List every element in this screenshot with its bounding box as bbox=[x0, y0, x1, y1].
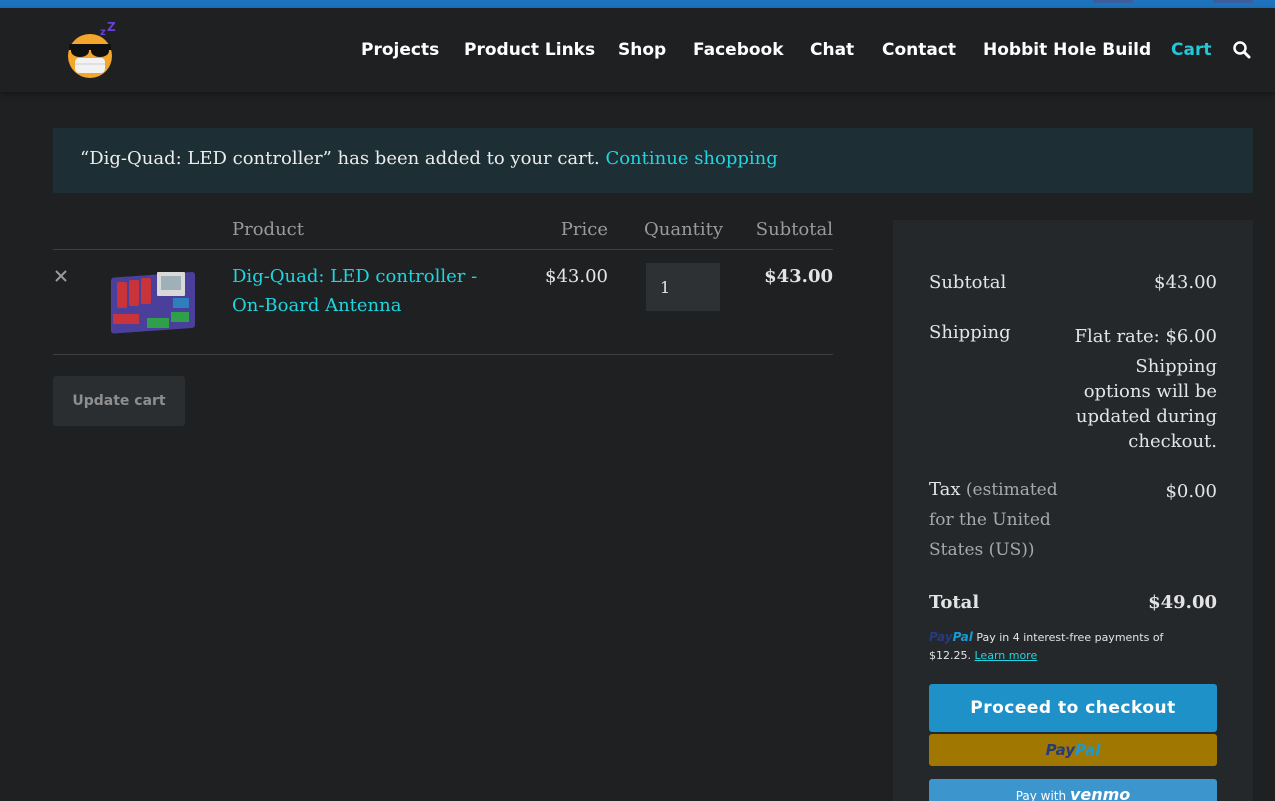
nav-chat[interactable]: Chat bbox=[810, 40, 854, 60]
added-to-cart-notice: “Dig-Quad: LED controller” has been adde… bbox=[53, 128, 1253, 193]
paypal-logo-text-a: Pay bbox=[929, 630, 953, 644]
total-value: $49.00 bbox=[1148, 592, 1217, 613]
nav-facebook[interactable]: Facebook bbox=[693, 40, 784, 60]
venmo-prefix: Pay with bbox=[1015, 788, 1067, 801]
remove-item-icon[interactable] bbox=[53, 268, 69, 284]
item-price: $43.00 bbox=[545, 266, 608, 287]
product-thumbnail[interactable] bbox=[107, 268, 197, 338]
divider bbox=[53, 249, 833, 250]
cart-totals-panel: Subtotal $43.00 Shipping Flat rate: $6.0… bbox=[893, 220, 1253, 801]
venmo-button[interactable]: Pay with venmo bbox=[929, 779, 1217, 801]
social-icon-placeholder[interactable] bbox=[1093, 0, 1133, 3]
tax-label: Tax bbox=[929, 479, 961, 500]
header-price: Price bbox=[560, 219, 608, 240]
header-subtotal: Subtotal bbox=[755, 219, 833, 240]
nav-contact[interactable]: Contact bbox=[882, 40, 956, 60]
site-header: z Z Projects Product Links Shop Facebook… bbox=[0, 8, 1275, 92]
shipping-label: Shipping bbox=[929, 322, 1011, 343]
paypal-label-b: Pal bbox=[1075, 741, 1101, 759]
main-navigation: Projects Product Links Shop Facebook Cha… bbox=[0, 8, 1275, 92]
social-icon-placeholder[interactable] bbox=[1213, 0, 1253, 3]
notice-message: “Dig-Quad: LED controller” has been adde… bbox=[80, 148, 600, 169]
continue-shopping-link[interactable]: Continue shopping bbox=[605, 148, 777, 169]
nav-cart[interactable]: Cart bbox=[1171, 40, 1211, 60]
learn-more-link[interactable]: Learn more bbox=[975, 649, 1038, 662]
header-quantity: Quantity bbox=[644, 219, 724, 240]
paypal-button[interactable]: PayPal bbox=[929, 734, 1217, 766]
search-icon[interactable] bbox=[1232, 40, 1252, 60]
tax-value: $0.00 bbox=[1165, 481, 1217, 502]
divider bbox=[53, 354, 833, 355]
totals-subtotal-label: Subtotal bbox=[929, 272, 1007, 293]
venmo-logo-icon: venmo bbox=[1069, 784, 1131, 801]
nav-hobbit-hole-build[interactable]: Hobbit Hole Build bbox=[983, 40, 1151, 60]
header-product: Product bbox=[232, 219, 304, 240]
shipping-note: Shipping options will be updated during … bbox=[1075, 356, 1217, 452]
product-name-link[interactable]: Dig-Quad: LED controller - On-Board Ante… bbox=[232, 262, 502, 320]
nav-projects[interactable]: Projects bbox=[361, 40, 439, 60]
paypal-logo-text-b: Pal bbox=[952, 630, 973, 644]
item-subtotal: $43.00 bbox=[764, 266, 833, 287]
proceed-to-checkout-button[interactable]: Proceed to checkout bbox=[929, 684, 1217, 732]
totals-subtotal-value: $43.00 bbox=[1154, 272, 1217, 293]
update-cart-button[interactable]: Update cart bbox=[53, 376, 185, 426]
tax-label-group: Tax (estimated for the United States (US… bbox=[929, 475, 1069, 565]
quantity-input[interactable] bbox=[646, 263, 720, 311]
nav-product-links[interactable]: Product Links bbox=[464, 40, 595, 60]
paypal-pay-later-message: PayPal Pay in 4 interest-free payments o… bbox=[929, 628, 1189, 665]
top-utility-bar bbox=[0, 0, 1275, 8]
shipping-rate: Flat rate: $6.00 bbox=[1074, 326, 1217, 347]
nav-shop[interactable]: Shop bbox=[618, 40, 666, 60]
paypal-label-a: Pay bbox=[1045, 741, 1076, 759]
paypal-logo-icon: PayPal bbox=[929, 630, 973, 644]
total-label: Total bbox=[929, 592, 980, 613]
